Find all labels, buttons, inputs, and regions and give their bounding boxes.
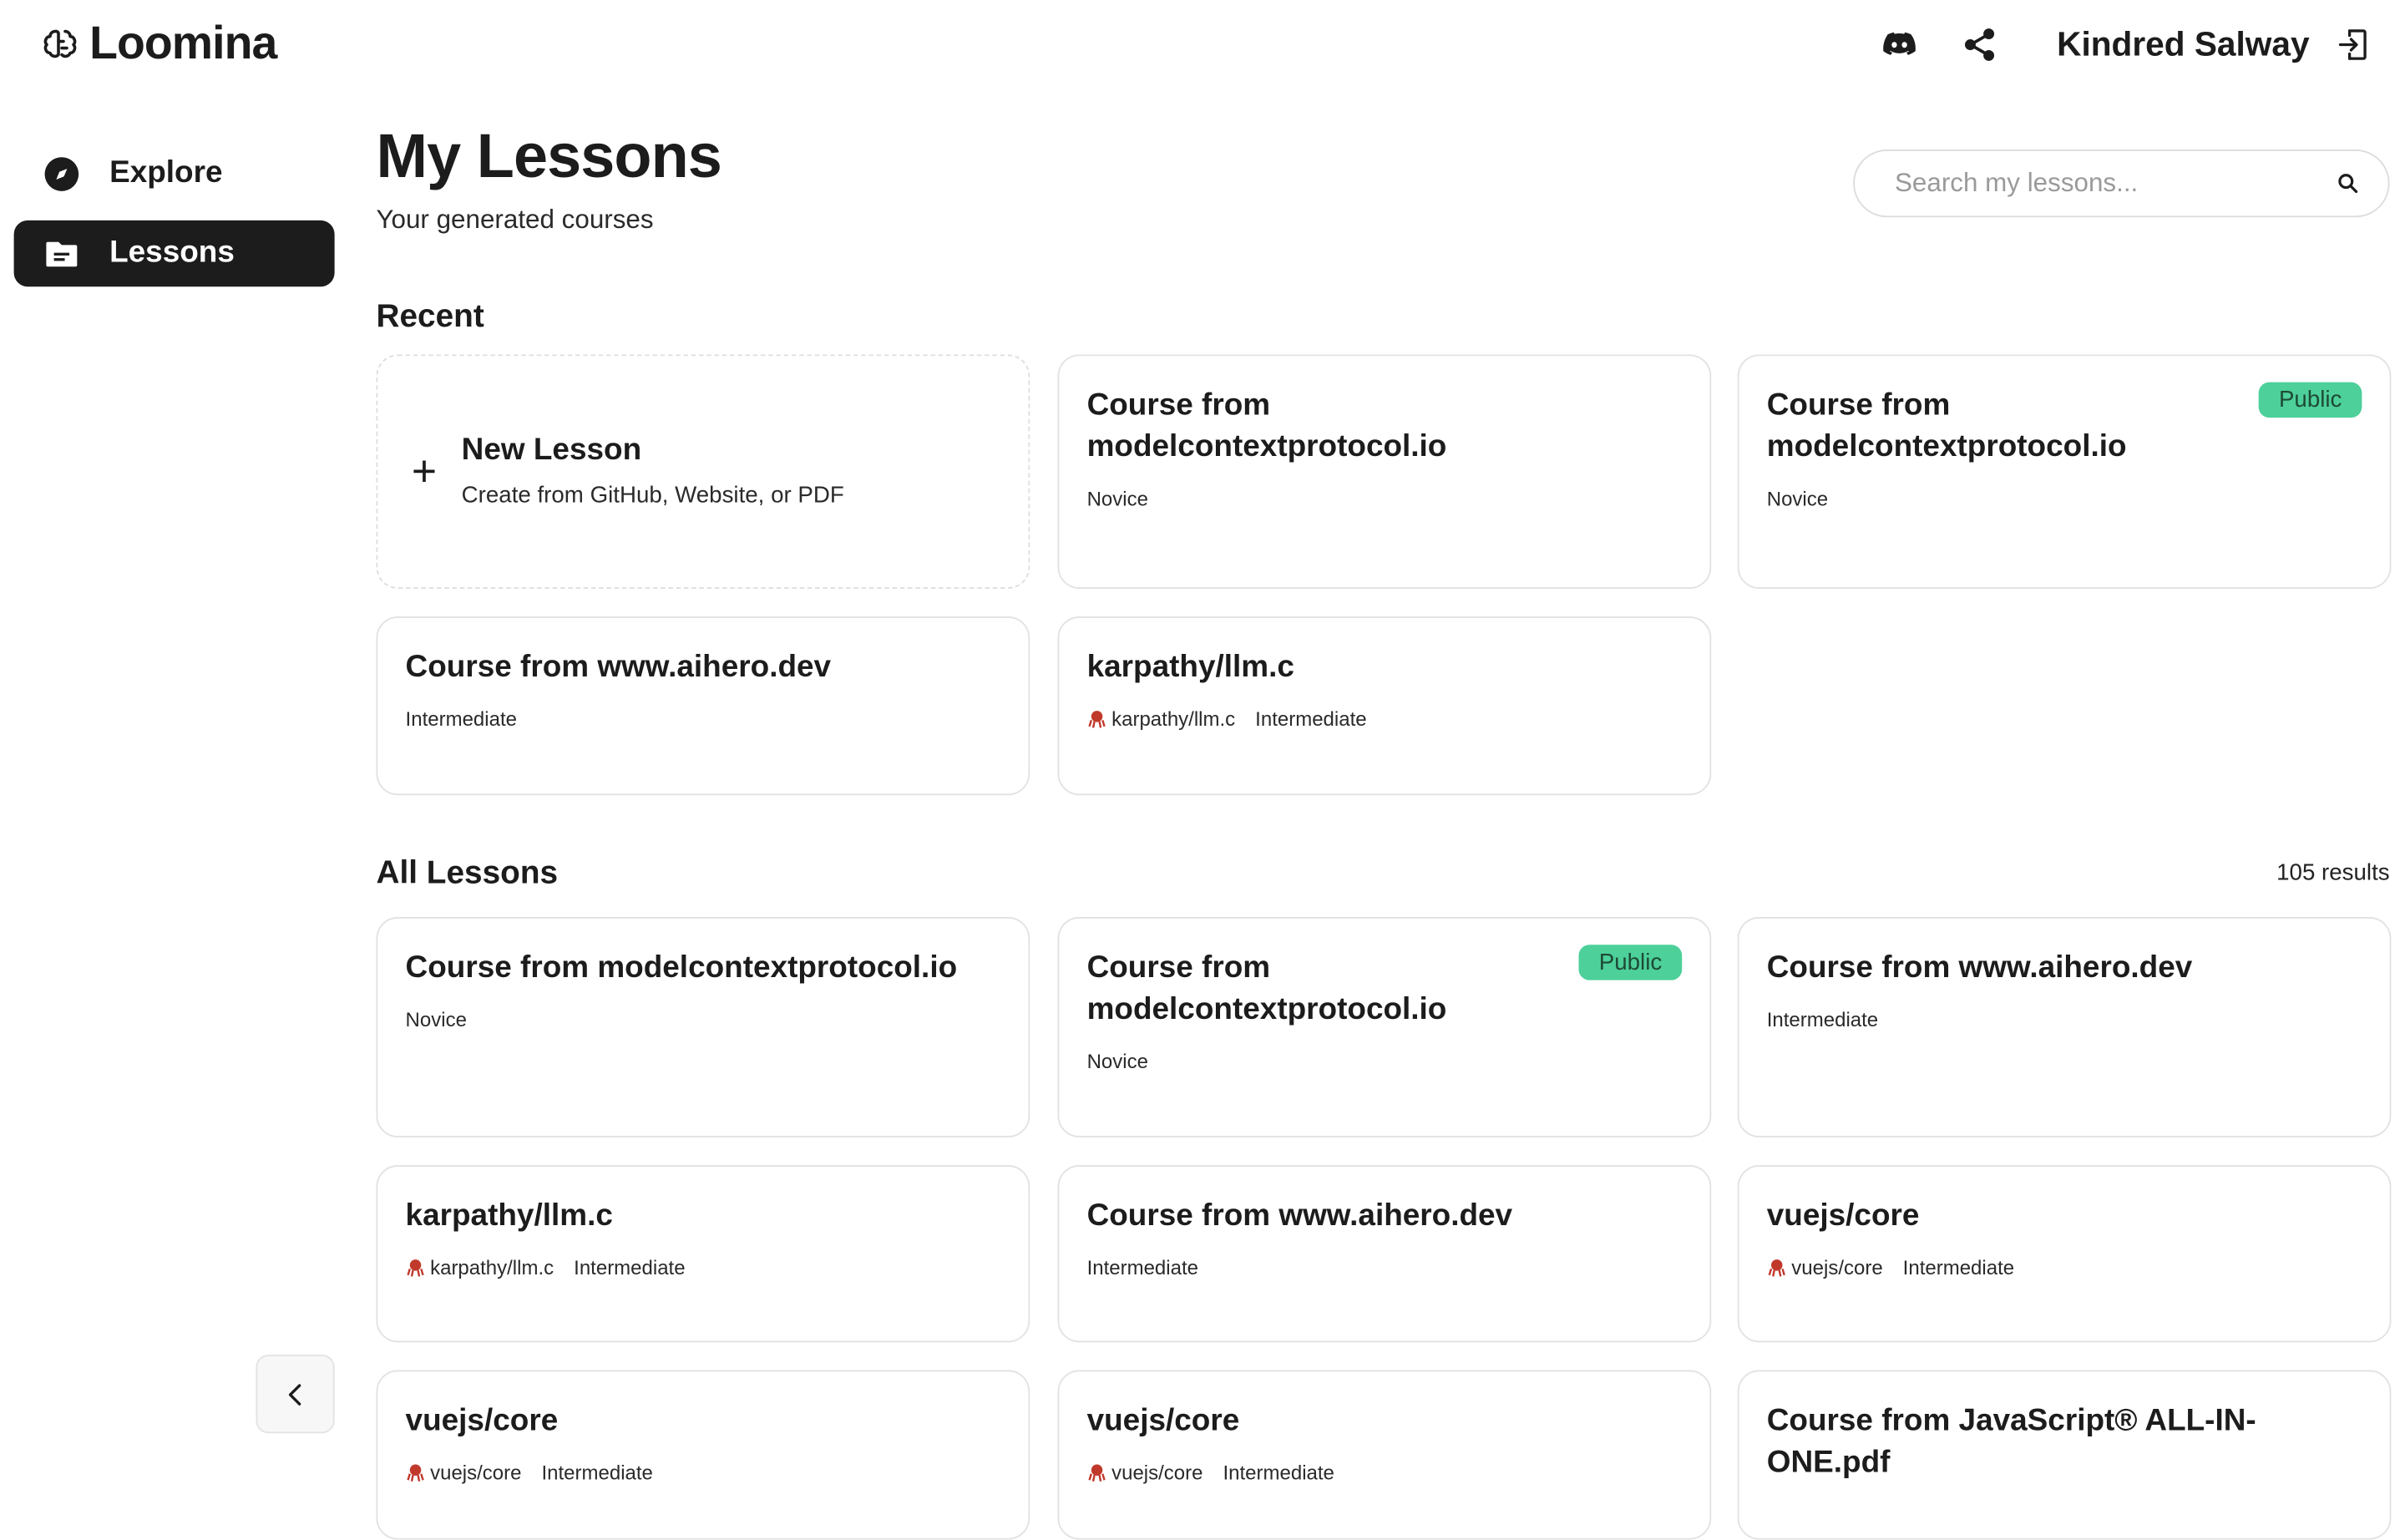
logout-icon [2338, 29, 2367, 60]
github-icon [407, 1464, 424, 1482]
share-button[interactable] [1958, 23, 2002, 67]
lesson-level: Intermediate [405, 707, 517, 731]
search-input[interactable] [1894, 168, 2336, 200]
new-lesson-subtitle: Create from GitHub, Website, or PDF [461, 482, 844, 509]
lesson-level: Intermediate [541, 1461, 653, 1485]
lesson-level: Novice [1086, 1049, 1148, 1073]
collapse-sidebar-button[interactable] [256, 1355, 335, 1434]
repo-tag: vuejs/core [406, 1461, 522, 1485]
sidebar-item-lessons[interactable]: Lessons [13, 220, 335, 287]
compass-icon [44, 156, 79, 190]
lesson-card[interactable]: Course from modelcontextprotocol.io Novi… [1057, 354, 1712, 589]
lesson-level: Novice [1766, 487, 1829, 510]
repo-name: vuejs/core [430, 1461, 522, 1485]
brain-logo-icon [43, 29, 77, 58]
lesson-level: Intermediate [1255, 707, 1367, 731]
section-title-all-lessons: All Lessons [376, 855, 559, 891]
repo-name: karpathy/llm.c [1111, 707, 1236, 731]
repo-name: vuejs/core [1791, 1256, 1883, 1279]
new-lesson-content: + New Lesson Create from GitHub, Website… [412, 433, 844, 509]
lesson-card[interactable]: Course from JavaScript® ALL-IN-ONE.pdf [1737, 1370, 2392, 1540]
search-icon[interactable] [2336, 171, 2361, 196]
user-name[interactable]: Kindred Salway [2057, 25, 2309, 65]
lesson-level: Novice [405, 1007, 467, 1031]
github-icon [1088, 711, 1106, 728]
lesson-title: Course from modelcontextprotocol.io [1766, 388, 2127, 464]
lesson-level: Intermediate [574, 1256, 686, 1279]
lesson-card[interactable]: karpathy/llm.c karpathy/llm.c Intermedia… [1057, 616, 1712, 796]
results-count: 105 results [2276, 859, 2390, 887]
lesson-level: Intermediate [1766, 1007, 1879, 1031]
sidebar-item-label: Lessons [109, 236, 235, 270]
app-logo[interactable]: Loomina [40, 18, 277, 71]
discord-button[interactable] [1878, 23, 1921, 67]
public-badge: Public [1578, 945, 1683, 980]
lesson-level: Intermediate [1223, 1461, 1334, 1485]
header-actions: Kindred Salway [1841, 18, 2374, 71]
lesson-title: karpathy/llm.c [405, 1198, 613, 1234]
lesson-level: Intermediate [1086, 1256, 1198, 1279]
new-lesson-card[interactable]: + New Lesson Create from GitHub, Website… [376, 354, 1030, 589]
lesson-card[interactable]: vuejs/core vuejs/core Intermediate [1737, 1165, 2392, 1343]
lesson-title: vuejs/core [1766, 1198, 1920, 1234]
section-title-recent: Recent [376, 299, 484, 335]
github-icon [1768, 1259, 1785, 1277]
plus-icon: + [411, 446, 438, 494]
lesson-title: Course from JavaScript® ALL-IN-ONE.pdf [1766, 1404, 2256, 1480]
lesson-title: vuejs/core [1086, 1404, 1240, 1438]
lesson-level: Novice [1086, 487, 1148, 510]
lesson-title: Course from modelcontextprotocol.io [1086, 950, 1447, 1027]
discord-icon [1883, 32, 1916, 55]
lesson-card[interactable]: vuejs/core vuejs/core Intermediate [376, 1370, 1030, 1540]
lesson-level: Intermediate [1902, 1256, 2015, 1279]
logout-button[interactable] [2331, 23, 2374, 67]
lesson-title: karpathy/llm.c [1086, 650, 1294, 685]
lesson-title: Course from www.aihero.dev [1766, 950, 2193, 985]
lesson-card[interactable]: Course from modelcontextprotocol.io Novi… [1737, 354, 2392, 589]
sidebar-item-explore[interactable]: Explore [14, 140, 335, 206]
lesson-card[interactable]: Course from modelcontextprotocol.io Novi… [1057, 917, 1712, 1137]
repo-tag: karpathy/llm.c [406, 1256, 554, 1279]
lesson-title: Course from www.aihero.dev [1086, 1198, 1513, 1234]
chevron-left-icon [287, 1383, 301, 1405]
lesson-card[interactable]: Course from modelcontextprotocol.io Novi… [376, 917, 1030, 1137]
folder-icon [46, 241, 78, 266]
lesson-card[interactable]: vuejs/core vuejs/core Intermediate [1057, 1370, 1712, 1540]
page-title: My Lessons [376, 123, 722, 191]
lesson-title: Course from modelcontextprotocol.io [1086, 388, 1447, 464]
repo-tag: vuejs/core [1087, 1461, 1203, 1485]
new-lesson-title: New Lesson [461, 433, 642, 468]
page-subtitle: Your generated courses [376, 205, 654, 235]
repo-name: vuejs/core [1111, 1461, 1203, 1485]
repo-tag: vuejs/core [1767, 1256, 1883, 1279]
lesson-card[interactable]: Course from www.aihero.dev Intermediate [376, 616, 1030, 796]
repo-name: karpathy/llm.c [430, 1256, 554, 1279]
lesson-card[interactable]: karpathy/llm.c karpathy/llm.c Intermedia… [376, 1165, 1030, 1343]
lesson-title: vuejs/core [405, 1404, 559, 1438]
github-icon [407, 1259, 424, 1277]
sidebar-item-label: Explore [109, 155, 223, 190]
github-icon [1088, 1464, 1106, 1482]
app-name: Loomina [89, 18, 277, 70]
lesson-title: Course from modelcontextprotocol.io [405, 950, 958, 985]
share-icon [1965, 28, 1995, 61]
public-badge: Public [2258, 382, 2362, 418]
search-box [1853, 149, 2390, 218]
lesson-card[interactable]: Course from www.aihero.dev Intermediate [1057, 1165, 1712, 1343]
lesson-card[interactable]: Course from www.aihero.dev Intermediate [1737, 917, 2392, 1137]
lesson-title: Course from www.aihero.dev [405, 650, 832, 685]
repo-tag: karpathy/llm.c [1087, 707, 1236, 731]
